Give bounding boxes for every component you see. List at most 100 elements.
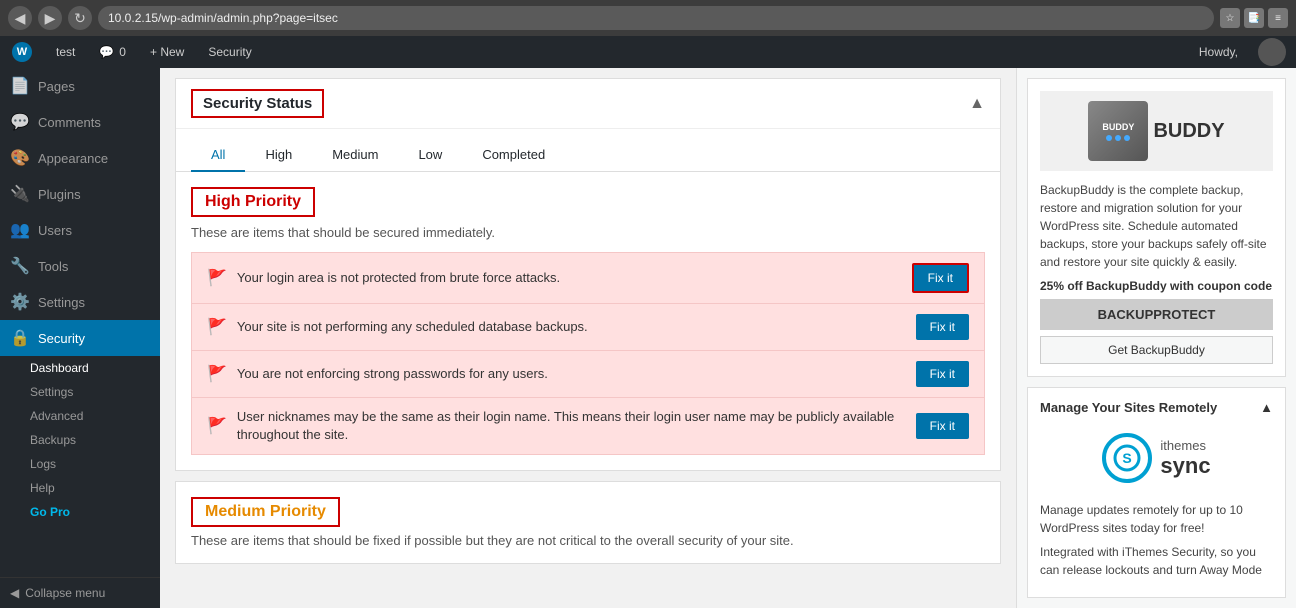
sidebar-sub-backups[interactable]: Backups xyxy=(0,428,160,452)
comments-item[interactable]: 💬 0 xyxy=(87,36,138,68)
issue-text-0: Your login area is not protected from br… xyxy=(237,269,902,287)
fix-button-3[interactable]: Fix it xyxy=(916,413,969,439)
collapse-label: Collapse menu xyxy=(25,586,105,600)
ithemes-sync-logo: S ithemes sync xyxy=(1040,423,1273,493)
buddy-description: BackupBuddy is the complete backup, rest… xyxy=(1040,181,1273,271)
sidebar-item-plugins[interactable]: 🔌 Plugins xyxy=(0,176,160,212)
reload-button[interactable]: ↻ xyxy=(68,6,92,30)
browser-bar: ◀ ▶ ↻ ☆ 📑 ≡ xyxy=(0,0,1296,36)
issue-text-2: You are not enforcing strong passwords f… xyxy=(237,365,906,383)
high-priority-items: 🚩 Your login area is not protected from … xyxy=(191,252,985,455)
fix-button-1[interactable]: Fix it xyxy=(916,314,969,340)
medium-priority-title: Medium Priority xyxy=(191,497,340,527)
back-button[interactable]: ◀ xyxy=(8,6,32,30)
new-label: + New xyxy=(150,45,184,59)
high-priority-description: These are items that should be secured i… xyxy=(191,225,985,240)
tab-completed[interactable]: Completed xyxy=(462,139,565,172)
buddy-logo: BUDDY BUDDY xyxy=(1040,91,1273,171)
sidebar-item-security[interactable]: 🔒 Security xyxy=(0,320,160,356)
forward-button[interactable]: ▶ xyxy=(38,6,62,30)
manage-collapse-icon: ▲ xyxy=(1260,400,1273,415)
users-label: Users xyxy=(38,223,72,238)
comments-icon: 💬 xyxy=(10,112,30,132)
bookmark-icon[interactable]: 📑 xyxy=(1244,8,1264,28)
issue-item: 🚩 You are not enforcing strong passwords… xyxy=(192,351,984,398)
tab-high[interactable]: High xyxy=(245,139,312,172)
sidebar-item-appearance[interactable]: 🎨 Appearance xyxy=(0,140,160,176)
security-icon: 🔒 xyxy=(10,328,30,348)
wp-logo: W xyxy=(12,42,32,62)
advanced-sub-label: Advanced xyxy=(30,409,83,423)
sidebar-sub-go-pro[interactable]: Go Pro xyxy=(0,500,160,524)
buddy-logo-icon: BUDDY xyxy=(1088,101,1148,161)
backup-buddy-box: BUDDY BUDDY BackupBuddy is the complete … xyxy=(1027,78,1286,377)
comment-icon: 💬 xyxy=(99,45,114,59)
sidebar-item-settings[interactable]: ⚙️ Settings xyxy=(0,284,160,320)
appearance-label: Appearance xyxy=(38,151,108,166)
fix-button-2[interactable]: Fix it xyxy=(916,361,969,387)
buddy-code-button[interactable]: BACKUPPROTECT xyxy=(1040,299,1273,330)
sidebar-sub-help[interactable]: Help xyxy=(0,476,160,500)
ithemes-circle-icon: S xyxy=(1102,433,1152,483)
tab-low[interactable]: Low xyxy=(398,139,462,172)
new-item[interactable]: + New xyxy=(138,36,196,68)
flag-icon-0: 🚩 xyxy=(207,268,227,288)
go-pro-label: Go Pro xyxy=(30,505,70,519)
right-sidebar: BUDDY BUDDY BackupBuddy is the complete … xyxy=(1016,68,1296,608)
users-icon: 👥 xyxy=(10,220,30,240)
help-sub-label: Help xyxy=(30,481,55,495)
pages-icon: 📄 xyxy=(10,76,30,96)
get-backup-buddy-button[interactable]: Get BackupBuddy xyxy=(1040,336,1273,364)
security-item[interactable]: Security xyxy=(196,36,263,68)
comments-label: Comments xyxy=(38,115,101,130)
sidebar-item-users[interactable]: 👥 Users xyxy=(0,212,160,248)
sidebar-sub-settings[interactable]: Settings xyxy=(0,380,160,404)
issue-item: 🚩 Your login area is not protected from … xyxy=(192,253,984,304)
tab-all[interactable]: All xyxy=(191,139,245,172)
issue-item: 🚩 Your site is not performing any schedu… xyxy=(192,304,984,351)
flag-icon-1: 🚩 xyxy=(207,317,227,337)
appearance-icon: 🎨 xyxy=(10,148,30,168)
high-priority-title: High Priority xyxy=(191,187,315,217)
medium-priority-box: Medium Priority These are items that sho… xyxy=(175,481,1001,564)
manage-description-2: Integrated with iThemes Security, so you… xyxy=(1040,543,1273,579)
url-bar[interactable] xyxy=(98,6,1214,30)
wp-logo-item[interactable]: W xyxy=(0,36,44,68)
sidebar-item-pages[interactable]: 📄 Pages xyxy=(0,68,160,104)
wp-admin-bar: W test 💬 0 + New Security Howdy, xyxy=(0,36,1296,68)
logs-sub-label: Logs xyxy=(30,457,56,471)
sidebar-sub-logs[interactable]: Logs xyxy=(0,452,160,476)
fix-button-0[interactable]: Fix it xyxy=(912,263,969,293)
svg-text:S: S xyxy=(1123,450,1132,466)
howdy-label: Howdy, xyxy=(1189,45,1248,59)
medium-priority-section: Medium Priority These are items that sho… xyxy=(176,482,1000,563)
security-sidebar-label: Security xyxy=(38,331,85,346)
flag-icon-2: 🚩 xyxy=(207,364,227,384)
plugins-icon: 🔌 xyxy=(10,184,30,204)
tab-medium[interactable]: Medium xyxy=(312,139,398,172)
sidebar-item-tools[interactable]: 🔧 Tools xyxy=(0,248,160,284)
manage-sites-box: Manage Your Sites Remotely ▲ S ithemes s… xyxy=(1027,387,1286,598)
dashboard-sub-label: Dashboard xyxy=(30,361,89,375)
pages-label: Pages xyxy=(38,79,75,94)
sidebar-item-comments[interactable]: 💬 Comments xyxy=(0,104,160,140)
star-icon[interactable]: ☆ xyxy=(1220,8,1240,28)
sidebar-sub-advanced[interactable]: Advanced xyxy=(0,404,160,428)
content-area: Security Status ▲ All High Medium Low Co… xyxy=(160,68,1016,608)
site-name-item[interactable]: test xyxy=(44,36,87,68)
buddy-logo-text: BUDDY xyxy=(1153,120,1224,143)
collapse-menu-button[interactable]: ◀ Collapse menu xyxy=(0,577,160,608)
settings-label: Settings xyxy=(38,295,85,310)
manage-description-1: Manage updates remotely for up to 10 Wor… xyxy=(1040,501,1273,537)
collapse-section-button[interactable]: ▲ xyxy=(969,95,985,113)
flag-icon-3: 🚩 xyxy=(207,416,227,436)
sidebar-sub-dashboard[interactable]: Dashboard xyxy=(0,356,160,380)
issue-text-3: User nicknames may be the same as their … xyxy=(237,408,906,444)
menu-icon[interactable]: ≡ xyxy=(1268,8,1288,28)
tools-icon: 🔧 xyxy=(10,256,30,276)
site-name-label: test xyxy=(56,45,75,59)
tools-label: Tools xyxy=(38,259,68,274)
main-layout: 📄 Pages 💬 Comments 🎨 Appearance 🔌 Plugin… xyxy=(0,68,1296,608)
user-avatar[interactable] xyxy=(1258,38,1286,66)
security-status-title: Security Status xyxy=(191,89,324,118)
